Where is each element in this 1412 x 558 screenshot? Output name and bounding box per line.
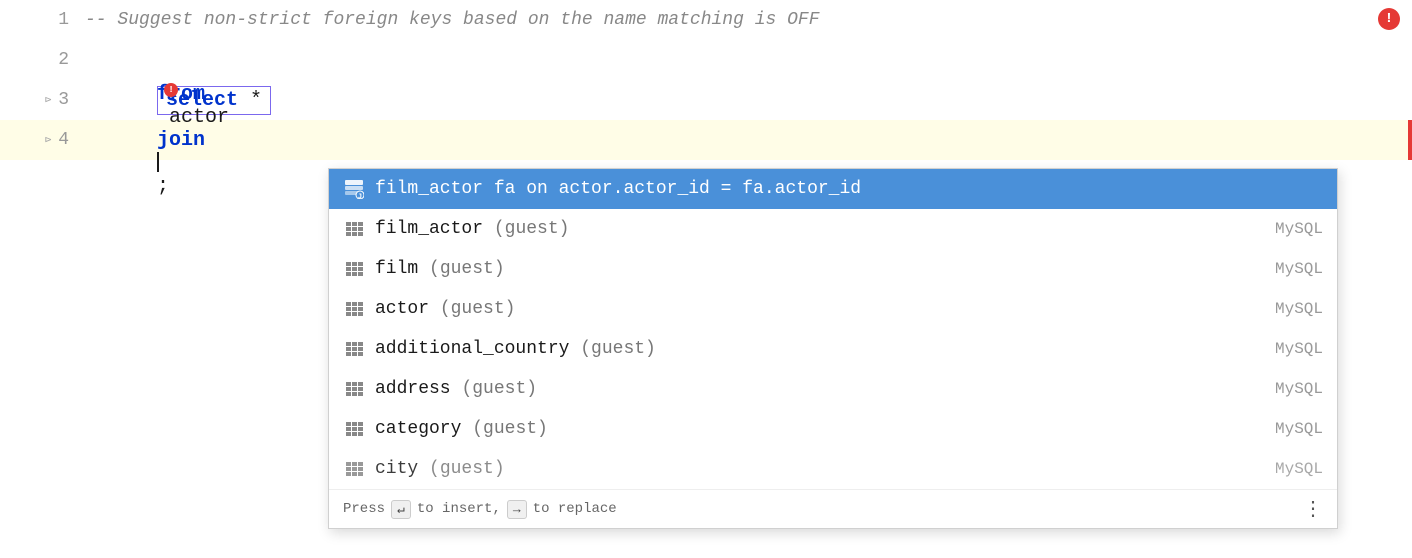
ac-item-4[interactable]: additional_country (guest) MySQL [329,329,1337,369]
footer-hint-text: Press ↵ to insert, → to replace [343,500,617,519]
ac-label-5: address (guest) [375,379,1263,399]
to-replace-label: to replace [533,501,617,517]
ac-item-5[interactable]: address (guest) MySQL [329,369,1337,409]
fold-marker-4: ⊳ [42,134,54,146]
ac-label-4: additional_country (guest) [375,339,1263,359]
ac-guest-2: (guest) [429,259,505,279]
table-icon-5 [346,382,363,396]
ac-label-1: film_actor (guest) [375,219,1263,239]
line-4-middle: actor [157,106,241,129]
ac-label-7: city (guest) [375,459,1263,479]
ac-name-4: additional_country [375,339,569,359]
autocomplete-dropdown: J film_actor fa on actor.actor_id = fa.a… [328,168,1338,529]
svg-text:J: J [358,194,362,200]
ac-icon-4 [343,338,365,360]
ac-item-6[interactable]: category (guest) MySQL [329,409,1337,449]
ac-schema-4: MySQL [1275,340,1323,358]
ac-name-2: film [375,259,418,279]
ac-guest-1: (guest) [494,219,570,239]
ac-name-1: film_actor [375,219,483,239]
ac-icon-1 [343,218,365,240]
text-cursor [157,152,159,172]
editor-line-1: 1 -- Suggest non-strict foreign keys bas… [0,0,1412,40]
ac-icon-6 [343,418,365,440]
ac-name-3: actor [375,299,429,319]
table-icon-2 [346,262,363,276]
table-icon-6 [346,422,363,436]
ac-guest-3: (guest) [440,299,516,319]
line-4-suffix: ; [157,175,169,198]
ac-icon-5 [343,378,365,400]
table-icon-1 [346,222,363,236]
table-icon-3 [346,302,363,316]
ac-guest-4: (guest) [580,339,656,359]
line-1-content[interactable]: -- Suggest non-strict foreign keys based… [75,10,1412,30]
tab-key-hint: → [507,500,527,519]
editor-line-4: ⊳ 4 from actor join ; [0,120,1412,160]
line-4-error-marker [1408,120,1412,160]
ac-schema-7: MySQL [1275,460,1323,478]
keyword-join: join [157,129,205,152]
ac-item-7[interactable]: city (guest) MySQL [329,449,1337,489]
ac-schema-5: MySQL [1275,380,1323,398]
fold-marker-3: ⊳ [42,94,54,106]
line-number-3: ⊳ 3 [0,90,75,110]
ac-guest-6: (guest) [472,419,548,439]
editor-container: ! 1 -- Suggest non-strict foreign keys b… [0,0,1412,558]
ac-name-6: category [375,419,461,439]
ac-item-0[interactable]: J film_actor fa on actor.actor_id = fa.a… [329,169,1337,209]
ac-item-1[interactable]: film_actor (guest) MySQL [329,209,1337,249]
to-insert-label: to insert, [417,501,501,517]
ac-name-5: address [375,379,451,399]
enter-key-hint: ↵ [391,500,411,519]
ac-schema-2: MySQL [1275,260,1323,278]
keyword-error-icon: ! [164,83,178,97]
ac-item-2[interactable]: film (guest) MySQL [329,249,1337,289]
line-number-2: 2 [0,50,75,70]
press-label: Press [343,501,385,517]
ac-schema-6: MySQL [1275,420,1323,438]
ac-schema-1: MySQL [1275,220,1323,238]
ac-schema-3: MySQL [1275,300,1323,318]
ac-guest-5: (guest) [461,379,537,399]
ac-icon-2 [343,258,365,280]
ac-label-3: actor (guest) [375,299,1263,319]
table-icon-7 [346,462,363,476]
ac-item-3[interactable]: actor (guest) MySQL [329,289,1337,329]
ac-guest-7: (guest) [429,459,505,479]
ac-icon-3 [343,298,365,320]
line-number-4: ⊳ 4 [0,130,75,150]
ac-icon-7 [343,458,365,480]
ac-label-2: film (guest) [375,259,1263,279]
autocomplete-footer: Press ↵ to insert, → to replace ⋮ [329,489,1337,528]
ac-label-6: category (guest) [375,419,1263,439]
ac-icon-0: J [343,178,365,200]
join-suggestion-icon: J [344,179,364,199]
ac-label-0: film_actor fa on actor.actor_id = fa.act… [375,179,1323,199]
ac-name-7: city [375,459,418,479]
more-options-button[interactable]: ⋮ [1303,496,1323,522]
line-number-1: 1 [0,10,75,30]
table-icon-4 [346,342,363,356]
